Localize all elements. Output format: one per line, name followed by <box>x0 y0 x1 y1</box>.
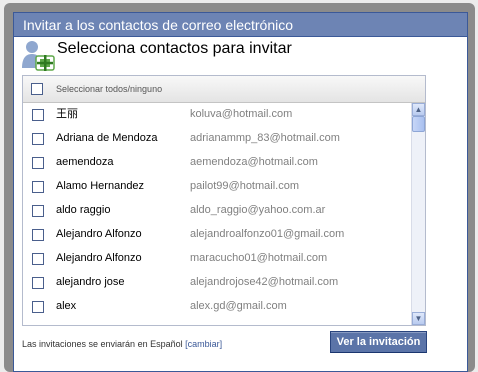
contact-checkbox[interactable] <box>32 301 44 313</box>
contact-email: adrianammp_83@hotmail.com <box>190 132 340 144</box>
contact-checkbox[interactable] <box>32 229 44 241</box>
contact-list: 王丽 koluva@hotmail.com Adriana de Mendoza… <box>23 103 412 325</box>
contact-row[interactable]: 王丽 koluva@hotmail.com <box>23 103 412 127</box>
contact-name: alejandro jose <box>56 276 125 288</box>
scroll-thumb[interactable] <box>412 116 425 132</box>
contact-name: Alejandro Alfonzo <box>56 228 142 240</box>
contact-email: maracucho01@hotmail.com <box>190 252 328 264</box>
contact-checkbox[interactable] <box>32 253 44 265</box>
language-note: Las invitaciones se enviarán en Español … <box>22 338 222 350</box>
contact-row[interactable]: alex alex.gd@gmail.com <box>23 295 412 319</box>
select-all-checkbox[interactable] <box>31 83 43 95</box>
contact-row[interactable]: aldo raggio aldo_raggio@yahoo.com.ar <box>23 199 412 223</box>
contact-name: Alejandro Alfonzo <box>56 252 142 264</box>
select-all-label[interactable]: Seleccionar todos/ninguno <box>56 83 162 95</box>
contact-email: alejandrojose42@hotmail.com <box>190 276 339 288</box>
scroll-down-button[interactable]: ▼ <box>412 312 425 325</box>
contact-row[interactable]: Adriana de Mendoza adrianammp_83@hotmail… <box>23 127 412 151</box>
arrow-down-icon: ▼ <box>414 314 423 323</box>
language-note-text: Las invitaciones se enviarán en Español <box>22 339 183 349</box>
change-language-link[interactable]: [cambiar] <box>185 339 222 349</box>
contact-checkbox[interactable] <box>32 181 44 193</box>
dialog-title: Invitar a los contactos de correo electr… <box>14 13 467 37</box>
contact-row[interactable]: Alamo Hernandez pailot99@hotmail.com <box>23 175 412 199</box>
contact-row[interactable]: aemendoza aemendoza@hotmail.com <box>23 151 412 175</box>
contact-name: 王丽 <box>56 108 78 120</box>
contacts-box: Seleccionar todos/ninguno 王丽 koluva@hotm… <box>22 75 426 326</box>
contact-name: aemendoza <box>56 156 114 168</box>
contact-email: alex.gd@gmail.com <box>190 300 287 312</box>
contact-email: aldo_raggio@yahoo.com.ar <box>190 204 326 216</box>
arrow-up-icon: ▲ <box>414 105 423 114</box>
header-title: Selecciona contactos para invitar <box>57 40 292 57</box>
contact-email: koluva@hotmail.com <box>190 108 293 120</box>
contact-name: aldo raggio <box>56 204 111 216</box>
contact-row[interactable]: Alejandro Alfonzo alejandroalfonzo01@gma… <box>23 223 412 247</box>
contact-email: pailot99@hotmail.com <box>190 180 299 192</box>
contact-row[interactable]: Alejandro Alfonzo maracucho01@hotmail.co… <box>23 247 412 271</box>
add-contacts-icon <box>22 41 55 71</box>
contact-name: Alamo Hernandez <box>56 180 145 192</box>
contact-checkbox[interactable] <box>32 277 44 289</box>
contact-checkbox[interactable] <box>32 133 44 145</box>
list-scrollbar[interactable]: ▲ ▼ <box>411 103 425 325</box>
contact-checkbox[interactable] <box>32 157 44 169</box>
contact-email: aemendoza@hotmail.com <box>190 156 318 168</box>
contact-name: alex <box>56 300 77 312</box>
select-all-bar: Seleccionar todos/ninguno <box>23 76 425 103</box>
contact-checkbox[interactable] <box>32 205 44 217</box>
contact-row[interactable]: alejandro jose alejandrojose42@hotmail.c… <box>23 271 412 295</box>
contact-name: Adriana de Mendoza <box>56 132 158 144</box>
contact-email: alejandroalfonzo01@gmail.com <box>190 228 345 240</box>
view-invitation-button[interactable]: Ver la invitación <box>330 331 427 353</box>
contact-checkbox[interactable] <box>32 109 44 121</box>
scroll-up-button[interactable]: ▲ <box>412 103 425 116</box>
